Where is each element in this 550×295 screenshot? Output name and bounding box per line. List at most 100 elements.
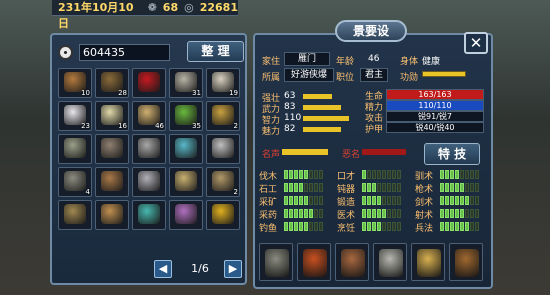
next-page-button[interactable]: ▶ — [224, 260, 242, 278]
skill-level-pips — [284, 196, 323, 205]
helmet-icon — [379, 249, 403, 277]
skill-row: 采矿 — [259, 195, 335, 208]
inventory-grid: 10 28 31 19 23 16 46 35 2 4 2 — [58, 68, 242, 262]
coin-icon: ◎ — [184, 1, 194, 14]
inventory-slot[interactable]: 31 — [169, 68, 203, 98]
inventory-slot[interactable]: 2 — [206, 101, 240, 131]
inventory-slot[interactable] — [169, 200, 203, 230]
inventory-slot[interactable]: 16 — [95, 101, 129, 131]
inventory-slot[interactable] — [58, 200, 92, 230]
skill-level-pips — [440, 222, 479, 231]
affiliation-label: 所属 — [262, 73, 281, 83]
skill-row: 锻造 — [337, 195, 413, 208]
skill-row: 兵法 — [415, 221, 491, 234]
item-count: 31 — [192, 89, 201, 97]
coins-value: 22681 — [199, 1, 238, 14]
inventory-slot[interactable] — [95, 200, 129, 230]
stat-value: 63 — [284, 91, 296, 101]
inventory-slot[interactable] — [132, 167, 166, 197]
stat-row: 智力 110 — [262, 113, 349, 126]
skill-level-pips — [284, 183, 323, 192]
home-value: 雁门 — [284, 52, 330, 66]
scroll-icon — [417, 249, 441, 277]
skill-level-pips — [362, 170, 401, 179]
skill-level-pips — [440, 209, 479, 218]
skill-row: 射术 — [415, 208, 491, 221]
inventory-slot[interactable] — [132, 68, 166, 98]
equipment-slot[interactable] — [411, 243, 445, 281]
halberd-icon — [138, 171, 160, 191]
stat-label: 魅力 — [262, 127, 281, 137]
inventory-slot[interactable]: 19 — [206, 68, 240, 98]
inventory-slot[interactable] — [169, 167, 203, 197]
stat-value: 83 — [284, 102, 296, 112]
inventory-slot[interactable]: 46 — [132, 101, 166, 131]
gold-ring-icon — [212, 204, 234, 224]
inventory-slot[interactable] — [95, 167, 129, 197]
inventory-slot[interactable] — [206, 200, 240, 230]
inventory-slot[interactable]: 35 — [169, 101, 203, 131]
skill-row: 口才 — [337, 169, 413, 182]
inventory-slot[interactable]: 28 — [95, 68, 129, 98]
infamy-label: 恶名 — [342, 150, 361, 160]
item-count: 28 — [118, 89, 127, 97]
vital-bar: 163/163 — [386, 89, 484, 100]
skill-name: 驯术 — [415, 172, 434, 182]
rank-value: 君主 — [360, 68, 388, 82]
vital-label: 护甲 — [365, 125, 384, 135]
equipment-slot[interactable] — [449, 243, 483, 281]
prev-page-button[interactable]: ◀ — [154, 260, 172, 278]
character-name: 景要设 — [335, 20, 407, 42]
stat-value: 110 — [284, 113, 302, 123]
stat-row: 魅力 82 — [262, 124, 342, 137]
skill-row: 钓鱼 — [259, 221, 335, 234]
inventory-slot[interactable]: 2 — [206, 167, 240, 197]
necklace-icon — [138, 204, 160, 224]
sort-button[interactable]: 整 理 — [187, 41, 244, 62]
inventory-slot[interactable] — [58, 134, 92, 164]
page-indicator: 1/6 — [191, 262, 209, 275]
skill-name: 医术 — [337, 211, 356, 221]
equipment-row — [259, 243, 487, 283]
equipment-slot[interactable] — [373, 243, 407, 281]
money-display: 604435 — [79, 44, 170, 61]
skill-level-pips — [284, 222, 323, 231]
skill-row: 采药 — [259, 208, 335, 221]
close-button[interactable]: ✕ — [464, 32, 488, 54]
skill-row: 钝器 — [337, 182, 413, 195]
age-label: 年龄 — [336, 57, 355, 67]
skill-row: 伐木 — [259, 169, 335, 182]
inventory-slot[interactable] — [132, 200, 166, 230]
stamina-icon: ❁ — [147, 1, 157, 14]
special-skill-button[interactable]: 特 技 — [424, 143, 480, 165]
equipment-slot[interactable] — [259, 243, 293, 281]
inventory-slot[interactable] — [132, 134, 166, 164]
inventory-panel: 604435 整 理 10 28 31 19 23 16 46 35 2 4 2 ◀ 1/6 ▶ — [50, 33, 247, 285]
inventory-slot[interactable]: 10 — [58, 68, 92, 98]
equipment-slot[interactable] — [297, 243, 331, 281]
blade-icon — [212, 171, 234, 191]
equipment-slot[interactable] — [335, 243, 369, 281]
flail-icon — [101, 138, 123, 158]
infamy-bar — [362, 149, 406, 155]
stat-row: 强壮 63 — [262, 91, 342, 104]
armor-icon — [265, 249, 289, 277]
skill-name: 石工 — [259, 185, 278, 195]
stat-bar — [303, 94, 332, 99]
skill-level-pips — [362, 209, 401, 218]
curved-sword-icon — [303, 249, 327, 277]
inventory-slot[interactable] — [206, 134, 240, 164]
vital-bar: 锐40/锐40 — [386, 122, 484, 133]
inventory-slot[interactable] — [95, 134, 129, 164]
money-icon — [58, 45, 73, 60]
inventory-slot[interactable]: 23 — [58, 101, 92, 131]
skill-level-pips — [440, 196, 479, 205]
skill-name: 枪术 — [415, 185, 434, 195]
whip-icon — [64, 204, 86, 224]
skill-name: 钓鱼 — [259, 224, 278, 234]
inventory-slot[interactable] — [169, 134, 203, 164]
inventory-slot[interactable]: 4 — [58, 167, 92, 197]
skill-name: 烹饪 — [337, 224, 356, 234]
skill-level-pips — [440, 170, 479, 179]
bow-icon — [101, 171, 123, 191]
